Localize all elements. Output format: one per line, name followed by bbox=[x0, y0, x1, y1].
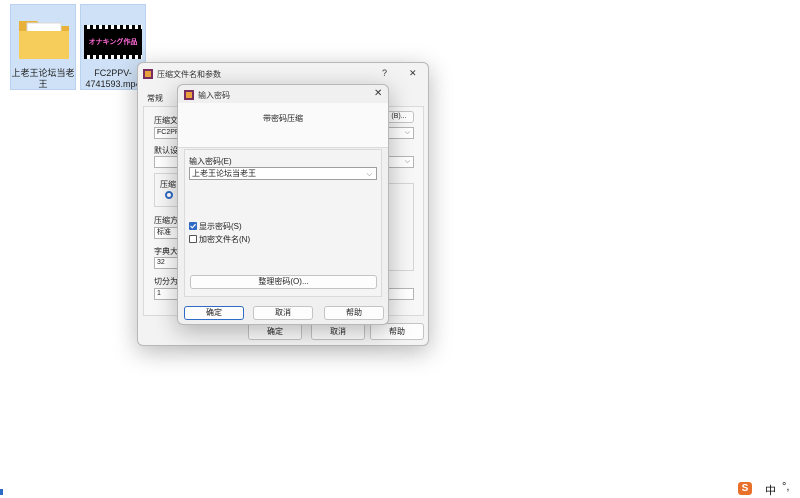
ok-button[interactable]: 确定 bbox=[248, 323, 302, 340]
method-label: 压缩方 bbox=[154, 216, 178, 225]
ime-punctuation[interactable]: °, bbox=[782, 481, 789, 493]
tab-general[interactable]: 常规 bbox=[147, 93, 163, 104]
ime-logo-icon[interactable]: S bbox=[738, 482, 752, 495]
winrar-icon bbox=[184, 90, 194, 100]
password-input[interactable]: 上老王论坛当老王 ⌵ bbox=[189, 167, 377, 180]
winrar-icon bbox=[143, 69, 153, 79]
check-icon bbox=[190, 223, 197, 229]
cancel-button[interactable]: 取消 bbox=[311, 323, 365, 340]
chevron-down-icon: ⌵ bbox=[404, 129, 410, 136]
folder-icon bbox=[19, 21, 69, 59]
help-button[interactable]: ? bbox=[382, 68, 387, 78]
help-button[interactable]: 帮助 bbox=[324, 306, 384, 320]
dialog-subtitle: 带密码压缩 bbox=[263, 114, 303, 123]
video-thumbnail: オナキング作品 bbox=[84, 25, 142, 59]
thumbnail-text: オナキング作品 bbox=[88, 39, 138, 46]
ok-button[interactable]: 确定 bbox=[184, 306, 244, 320]
split-label: 切分为 bbox=[154, 277, 178, 286]
dialog-title: 输入密码 bbox=[198, 91, 230, 100]
encrypt-filenames-label: 加密文件名(N) bbox=[199, 235, 251, 244]
password-dialog: 输入密码 ✕ 带密码压缩 输入密码(E) 上老王论坛当老王 ⌵ 显示密码(S) … bbox=[177, 84, 389, 325]
taskbar-edge bbox=[0, 489, 3, 495]
encrypt-filenames-checkbox[interactable] bbox=[189, 235, 197, 243]
window-title: 压缩文件名和参数 bbox=[157, 70, 221, 79]
chevron-down-icon: ⌵ bbox=[404, 158, 410, 165]
password-value: 上老王论坛当老王 bbox=[192, 169, 256, 178]
show-password-label: 显示密码(S) bbox=[199, 222, 242, 231]
dictionary-label: 字典大 bbox=[154, 247, 178, 256]
format-radio[interactable] bbox=[165, 191, 173, 199]
close-button[interactable]: ✕ bbox=[409, 68, 417, 79]
show-password-checkbox[interactable] bbox=[189, 222, 197, 230]
chevron-down-icon: ⌵ bbox=[366, 171, 372, 178]
compress-label: 压缩 bbox=[160, 180, 176, 189]
video-label: FC2PPV-4741593.mp4 bbox=[85, 68, 141, 89]
organize-passwords-button[interactable]: 整理密码(O)... bbox=[190, 275, 377, 289]
default-settings-label: 默认设 bbox=[154, 146, 178, 155]
desktop-folder-icon[interactable]: 上老王论坛当老王 bbox=[10, 4, 76, 90]
archive-name-label: 压缩文 bbox=[154, 116, 178, 125]
cancel-button[interactable]: 取消 bbox=[253, 306, 313, 320]
password-label: 输入密码(E) bbox=[189, 157, 232, 166]
help-button-bottom[interactable]: 帮助 bbox=[370, 323, 424, 340]
folder-label: 上老王论坛当老王 bbox=[11, 68, 75, 89]
close-icon[interactable]: ✕ bbox=[374, 88, 382, 99]
